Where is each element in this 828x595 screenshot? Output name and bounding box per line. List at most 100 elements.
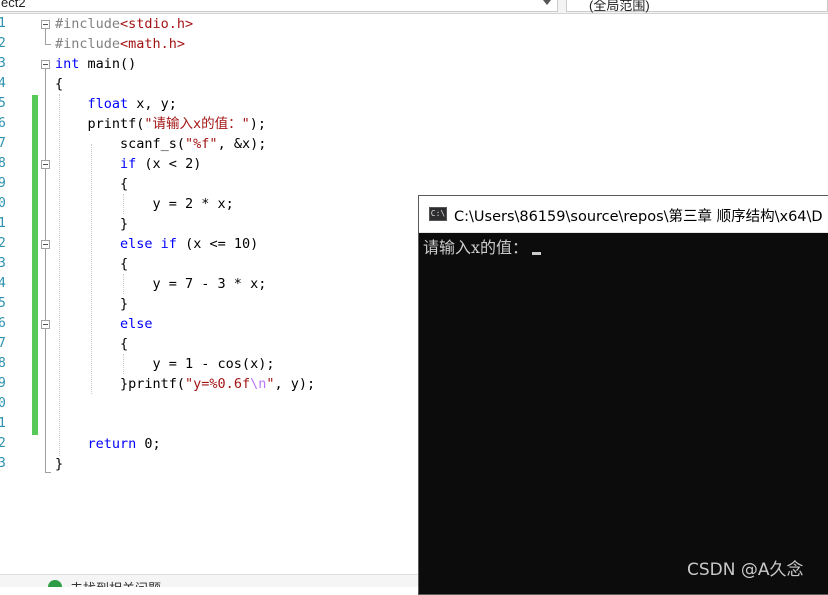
code-token: , &x); [217, 136, 267, 152]
code-line[interactable]: return 0; [55, 434, 161, 454]
collapse-icon[interactable] [41, 240, 50, 249]
code-line[interactable]: printf("请输入x的值："); [55, 114, 267, 134]
outline-end [45, 472, 51, 473]
code-line[interactable]: { [55, 254, 128, 274]
line-number: 7 [0, 136, 6, 151]
console-title: C:\Users\86159\source\repos\第三章 顺序结构\x64… [454, 209, 823, 225]
line-number: 4 [0, 76, 6, 91]
collapse-icon[interactable] [41, 60, 50, 69]
code-line[interactable]: float x, y; [55, 94, 177, 114]
code-token: <math.h> [120, 36, 186, 52]
code-token: } [55, 456, 64, 472]
code-line[interactable]: if (x < 2) [55, 154, 201, 174]
code-line[interactable]: else if (x <= 10) [55, 234, 258, 254]
code-line[interactable]: y = 1 - cos(x); [55, 354, 275, 374]
line-number: 7 [0, 336, 6, 351]
code-token: else [120, 316, 153, 332]
text-cursor [532, 252, 542, 255]
code-token: }printf( [55, 376, 186, 392]
collapse-icon[interactable] [41, 160, 50, 169]
code-token: #include [55, 16, 121, 32]
code-token: { [55, 76, 64, 92]
code-token: y = 7 - 3 * x; [55, 276, 267, 292]
code-token: { [55, 176, 129, 192]
code-line[interactable]: int main() [55, 54, 136, 74]
scope-dropdown-label: (全局范围) [589, 0, 650, 13]
code-line[interactable]: y = 2 * x; [55, 194, 234, 214]
code-token: , y); [274, 376, 316, 392]
line-number: 1 [0, 216, 6, 231]
code-token: #include [55, 36, 121, 52]
code-token: scanf_s( [55, 136, 186, 152]
line-number: 6 [0, 116, 6, 131]
code-token: "%f" [185, 136, 218, 152]
outline-end [45, 44, 51, 45]
code-token: (x < 2) [136, 156, 202, 172]
console-title-bar[interactable]: C:\ C:\Users\86159\source\repos\第三章 顺序结构… [419, 196, 828, 233]
line-number: 5 [0, 296, 6, 311]
watermark: CSDN @A久念 [687, 560, 804, 580]
code-token: <stdio.h> [120, 16, 194, 32]
code-line[interactable]: { [55, 74, 63, 94]
change-tracking-bar [32, 95, 38, 435]
code-token: { [55, 256, 129, 272]
code-line[interactable]: } [55, 454, 63, 474]
code-line[interactable]: #include<math.h> [55, 34, 185, 54]
line-number: 3 [0, 256, 6, 271]
code-line[interactable]: }printf("y=%0.6f\n", y); [55, 374, 315, 394]
code-token: y = 1 - cos(x); [55, 356, 275, 372]
code-token: } [55, 296, 129, 312]
console-prompt-text: 请输入x的值： [423, 238, 529, 257]
line-number: 1 [0, 416, 6, 431]
code-line[interactable]: } [55, 214, 128, 234]
console-window[interactable]: C:\ C:\Users\86159\source\repos\第三章 顺序结构… [418, 195, 828, 595]
project-dropdown[interactable]: ect2 [0, 0, 558, 12]
scope-dropdown[interactable]: (全局范围) [566, 0, 828, 13]
code-token: float [87, 96, 129, 112]
code-token: } [55, 216, 129, 232]
code-line[interactable]: else [55, 314, 153, 334]
code-token: \n [250, 376, 267, 392]
code-line[interactable]: y = 7 - 3 * x; [55, 274, 267, 294]
code-token: ); [249, 116, 267, 132]
line-number: 3 [0, 56, 6, 71]
console-output[interactable]: 请输入x的值： [423, 234, 542, 258]
line-number: 2 [0, 36, 6, 51]
code-token: return [87, 436, 137, 452]
line-number: 0 [0, 396, 6, 411]
line-number: 6 [0, 316, 6, 331]
line-number: 1 [0, 16, 6, 31]
code-line[interactable]: { [55, 174, 128, 194]
collapse-icon[interactable] [41, 320, 50, 329]
line-number: 8 [0, 356, 6, 371]
collapse-icon[interactable] [41, 20, 50, 29]
code-line[interactable]: } [55, 294, 128, 314]
line-number: 8 [0, 156, 6, 171]
code-token: int [55, 56, 80, 72]
code-line[interactable]: scanf_s("%f", &x); [55, 134, 266, 154]
code-token: printf( [55, 116, 145, 132]
code-line[interactable]: #include<stdio.h> [55, 14, 193, 34]
console-app-icon: C:\ [429, 207, 447, 221]
code-token: else if [120, 236, 177, 252]
code-token: "请输入x的值：" [144, 116, 250, 132]
code-token: "y=%0.6f [185, 376, 251, 392]
chevron-down-icon[interactable] [543, 0, 551, 5]
project-dropdown-label: ect2 [1, 0, 26, 10]
code-token: x, y; [128, 96, 177, 112]
line-number: 0 [0, 196, 6, 211]
outline-line [45, 69, 46, 472]
line-number: 3 [0, 456, 6, 471]
line-number: 2 [0, 436, 6, 451]
status-bar: 未找到相关问题 [0, 574, 418, 587]
line-number: 2 [0, 236, 6, 251]
code-token: { [55, 336, 129, 352]
line-number: 4 [0, 276, 6, 291]
code-token: (x <= 10) [176, 236, 259, 252]
code-line[interactable]: { [55, 334, 128, 354]
